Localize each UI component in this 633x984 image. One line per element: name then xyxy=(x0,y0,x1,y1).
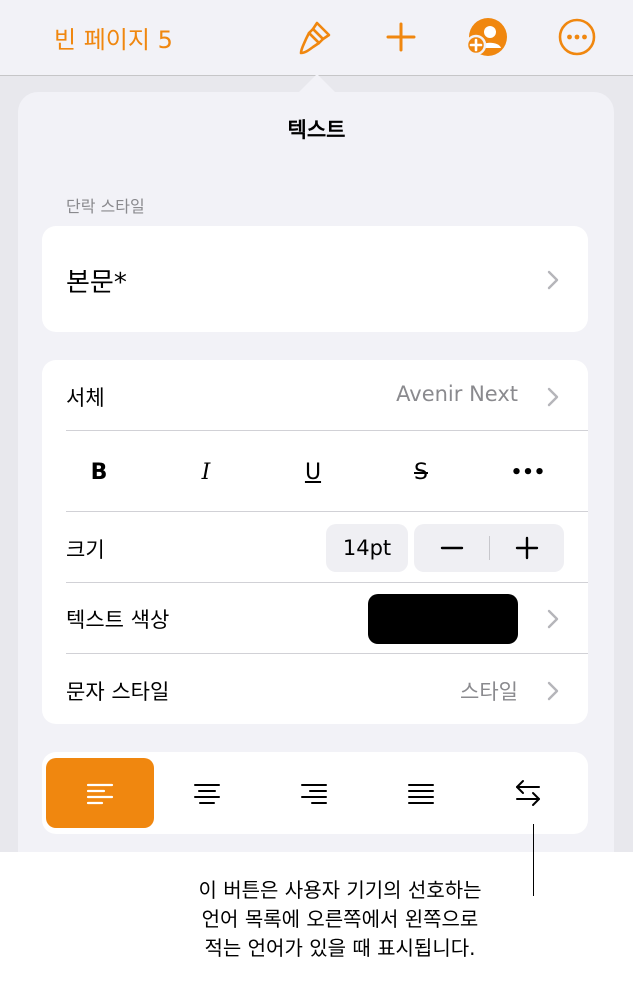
paragraph-style-value: 본문* xyxy=(66,268,127,298)
rtl-direction-button[interactable] xyxy=(474,758,582,828)
document-title[interactable]: 빈 페이지 5 xyxy=(54,20,173,55)
callout-line xyxy=(533,824,534,896)
text-color-label: 텍스트 색상 xyxy=(66,608,170,632)
more-button[interactable] xyxy=(554,14,600,60)
italic-button[interactable]: I xyxy=(176,452,236,492)
font-size-field[interactable]: 14pt xyxy=(326,524,408,572)
chevron-right-icon xyxy=(547,387,559,407)
more-text-options-button[interactable]: ••• xyxy=(498,452,558,492)
paintbrush-icon xyxy=(299,21,331,55)
caption-line-2: 언어 목록에 오른쪽에서 왼쪽으로 xyxy=(201,907,479,931)
character-style-value[interactable]: 스타일 xyxy=(380,676,518,706)
paragraph-style-section-label: 단락 스타일 xyxy=(66,197,145,216)
divider xyxy=(66,653,588,654)
font-label: 서체 xyxy=(66,386,105,410)
device-screen: 빈 페이지 5 텍스트 단락 스타일 본문* 서체 Avenir Next B … xyxy=(0,0,633,852)
plus-icon xyxy=(386,22,416,52)
text-color-swatch[interactable] xyxy=(368,594,518,644)
insert-button[interactable] xyxy=(378,14,424,60)
decrease-size-button[interactable] xyxy=(414,524,489,572)
underline-button[interactable]: U xyxy=(283,452,343,492)
align-right-button[interactable] xyxy=(260,758,368,828)
character-style-label: 문자 스타일 xyxy=(66,680,170,704)
add-person-icon xyxy=(465,18,507,56)
size-label: 크기 xyxy=(66,538,105,562)
align-left-button[interactable] xyxy=(46,758,154,828)
toolbar: 빈 페이지 5 xyxy=(0,0,633,76)
justify-icon xyxy=(408,784,434,804)
caption-line-3: 적는 언어가 있을 때 표시됩니다. xyxy=(204,936,476,960)
popover-title: 텍스트 xyxy=(287,118,346,142)
chevron-right-icon xyxy=(547,270,559,290)
rtl-direction-icon xyxy=(516,780,540,806)
chevron-right-icon xyxy=(547,681,559,701)
increase-size-button[interactable] xyxy=(489,524,564,572)
font-value[interactable]: Avenir Next xyxy=(330,382,518,406)
caption-line-1: 이 버튼은 사용자 기기의 선호하는 xyxy=(198,878,482,902)
bold-button[interactable]: B xyxy=(69,452,129,492)
align-center-icon xyxy=(194,784,220,804)
popover-arrow xyxy=(299,74,335,92)
font-size-stepper xyxy=(414,524,564,572)
collaborate-button[interactable] xyxy=(463,14,509,60)
align-right-icon xyxy=(301,784,327,804)
chevron-right-icon xyxy=(547,609,559,629)
divider xyxy=(66,582,588,583)
align-left-icon xyxy=(86,783,114,805)
plus-icon xyxy=(515,536,538,560)
justify-button[interactable] xyxy=(367,758,475,828)
more-icon xyxy=(558,18,596,56)
divider xyxy=(66,511,588,512)
format-button[interactable] xyxy=(292,14,338,60)
strikethrough-button[interactable]: S xyxy=(391,452,451,492)
align-center-button[interactable] xyxy=(153,758,261,828)
minus-icon xyxy=(440,546,463,550)
divider xyxy=(66,430,588,431)
callout-caption: 이 버튼은 사용자 기기의 선호하는 언어 목록에 오른쪽에서 왼쪽으로 적는 … xyxy=(150,876,530,963)
